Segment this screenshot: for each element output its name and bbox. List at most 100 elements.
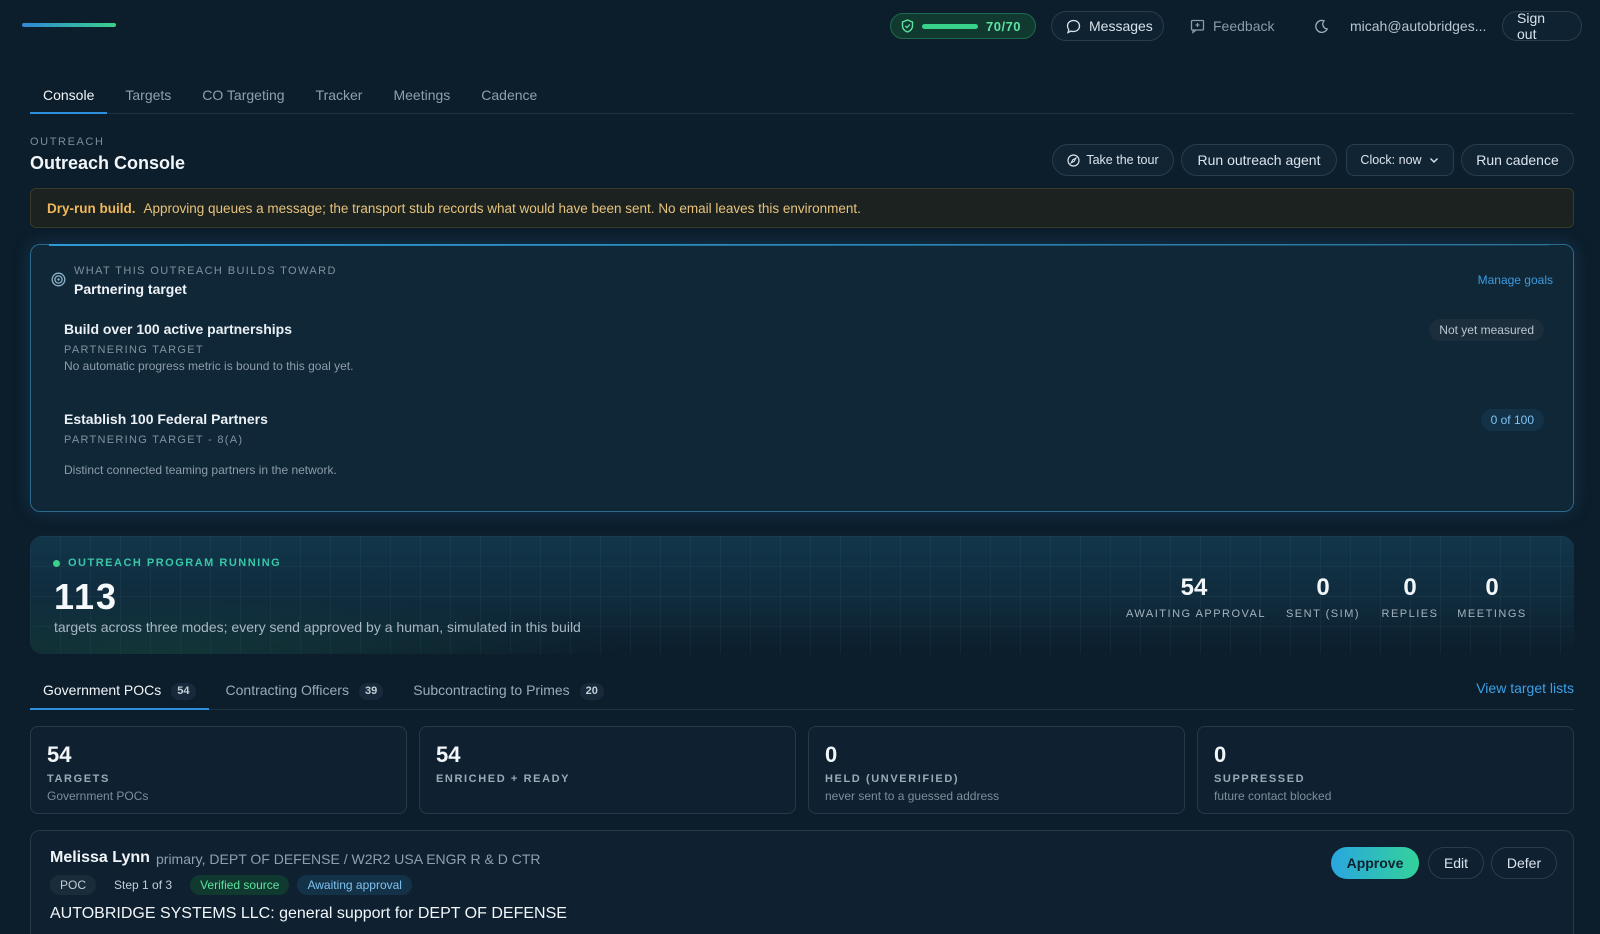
tab-co-targeting[interactable]: CO Targeting — [189, 78, 297, 114]
notice-text: Approving queues a message; the transpor… — [143, 200, 861, 216]
awaiting-approval-chip: Awaiting approval — [297, 875, 412, 895]
notice-title: Dry-run build. — [47, 200, 136, 216]
stat-label: MEETINGS — [1457, 608, 1527, 620]
target-icon — [51, 272, 66, 287]
verified-source-chip: Verified source — [190, 875, 290, 895]
score-pill[interactable]: 70/70 — [890, 13, 1036, 39]
approve-button[interactable]: Approve — [1331, 847, 1419, 879]
stat-label: SENT (SIM) — [1285, 608, 1361, 620]
tab-label: Government POCs — [43, 682, 162, 698]
shield-icon — [901, 19, 914, 33]
tab-government-pocs[interactable]: Government POCs 54 — [30, 670, 209, 710]
goal-item: Establish 100 Federal Partners PARTNERIN… — [64, 409, 1544, 477]
score-text: 70/70 — [986, 18, 1022, 34]
card-label: ENRICHED + READY — [436, 773, 571, 785]
status-chips: POC Step 1 of 3 Verified source Awaiting… — [50, 875, 412, 895]
tab-contracting-officers[interactable]: Contracting Officers 39 — [213, 670, 397, 710]
card-label: HELD (UNVERIFIED) — [825, 773, 960, 785]
card-label: TARGETS — [47, 773, 110, 785]
goal-progress-badge: 0 of 100 — [1480, 409, 1544, 431]
page-eyebrow: OUTREACH — [30, 136, 105, 148]
sign-out-button[interactable]: Sign out — [1502, 10, 1582, 42]
page-title: Outreach Console — [30, 153, 186, 173]
feedback-icon — [1190, 19, 1205, 34]
goal-name: Establish 100 Federal Partners — [64, 411, 268, 427]
clock-select[interactable]: Clock: now — [1346, 144, 1454, 176]
summary-card-suppressed: 0 SUPPRESSED future contact blocked — [1197, 726, 1574, 814]
goal-description: Distinct connected teaming partners in t… — [64, 463, 337, 477]
dry-run-notice: Dry-run build. Approving queues a messag… — [30, 188, 1574, 228]
feedback-button[interactable]: Feedback — [1176, 11, 1284, 41]
stat-value: 0 — [1316, 574, 1330, 601]
stat-label: REPLIES — [1381, 608, 1439, 620]
mode-tabs: Government POCs 54 Contracting Officers … — [30, 670, 1574, 710]
run-outreach-agent-button[interactable]: Run outreach agent — [1181, 144, 1337, 176]
summary-card-targets: 54 TARGETS Government POCs — [30, 726, 407, 814]
count-badge: 54 — [171, 683, 196, 700]
view-target-lists-link[interactable]: View target lists — [1476, 680, 1574, 696]
total-targets: 113 — [54, 576, 119, 617]
contact-meta: primary, DEPT OF DEFENSE / W2R2 USA ENGR… — [156, 851, 541, 867]
tab-tracker[interactable]: Tracker — [303, 78, 376, 114]
tab-meetings[interactable]: Meetings — [380, 78, 463, 114]
moon-icon — [1314, 19, 1329, 34]
goal-item: Build over 100 active partnerships PARTN… — [64, 319, 1544, 373]
tab-label: Contracting Officers — [225, 682, 349, 698]
top-bar: 70/70 Messages Feedback micah@autobridge… — [0, 0, 1600, 52]
user-email[interactable]: micah@autobridges... — [1340, 11, 1500, 41]
tab-cadence[interactable]: Cadence — [468, 78, 550, 114]
panel-accent-line — [49, 244, 1549, 246]
count-badge: 20 — [579, 683, 604, 700]
stat-awaiting-approval: 54 AWAITING APPROVAL — [1126, 574, 1265, 620]
tab-subcontracting-to-primes[interactable]: Subcontracting to Primes 20 — [400, 670, 617, 710]
total-targets-description: targets across three modes; every send a… — [54, 619, 581, 635]
score-bar — [922, 23, 978, 29]
program-status: OUTREACH PROGRAM RUNNING — [53, 557, 281, 569]
take-tour-button[interactable]: Take the tour — [1052, 144, 1174, 176]
poc-chip: POC — [50, 875, 97, 895]
tab-label: Subcontracting to Primes — [413, 682, 570, 698]
stat-replies: 0 REPLIES — [1378, 574, 1442, 620]
run-cadence-button[interactable]: Run cadence — [1461, 144, 1574, 176]
summary-card-held: 0 HELD (UNVERIFIED) never sent to a gues… — [808, 726, 1185, 814]
feedback-label: Feedback — [1213, 18, 1275, 34]
theme-toggle[interactable] — [1300, 11, 1336, 41]
goal-description: No automatic progress metric is bound to… — [64, 359, 354, 373]
count-badge: 39 — [358, 683, 384, 700]
messages-button[interactable]: Messages — [1051, 11, 1164, 41]
manage-goals-link[interactable]: Manage goals — [1478, 273, 1553, 287]
card-subtext: Government POCs — [47, 789, 149, 803]
edit-button[interactable]: Edit — [1428, 847, 1484, 879]
step-chip: Step 1 of 3 — [114, 878, 173, 892]
goal-type: PARTNERING TARGET — [64, 344, 204, 356]
tab-console[interactable]: Console — [30, 78, 108, 114]
card-subtext: future contact blocked — [1214, 789, 1332, 803]
logo[interactable] — [22, 23, 116, 27]
card-subtext: never sent to a guessed address — [825, 789, 1000, 803]
main-tabs: Console Targets CO Targeting Tracker Mee… — [30, 78, 1574, 114]
goal-type: PARTNERING TARGET - 8(A) — [64, 434, 244, 446]
stat-meetings: 0 MEETINGS — [1456, 574, 1528, 620]
tab-targets[interactable]: Targets — [112, 78, 184, 114]
stat-value: 0 — [1403, 574, 1417, 601]
card-value: 54 — [47, 742, 72, 767]
compass-icon — [1067, 153, 1080, 167]
card-value: 0 — [1214, 742, 1227, 767]
messages-label: Messages — [1089, 18, 1153, 34]
message-subject: AUTOBRIDGE SYSTEMS LLC: general support … — [50, 905, 567, 922]
chat-bubble-icon — [1066, 19, 1081, 34]
goals-subtitle: WHAT THIS OUTREACH BUILDS TOWARD — [74, 265, 337, 277]
defer-button[interactable]: Defer — [1491, 847, 1557, 879]
card-value: 54 — [436, 742, 461, 767]
goal-name: Build over 100 active partnerships — [64, 321, 292, 337]
program-status-panel: OUTREACH PROGRAM RUNNING 113 targets acr… — [30, 536, 1574, 654]
take-tour-label: Take the tour — [1086, 153, 1159, 167]
stat-value: 0 — [1485, 574, 1499, 601]
goals-panel: WHAT THIS OUTREACH BUILDS TOWARD Partner… — [30, 244, 1574, 512]
card-label: SUPPRESSED — [1214, 773, 1306, 785]
contact-name: Melissa Lynn — [50, 849, 150, 866]
summary-card-enriched: 54 ENRICHED + READY — [419, 726, 796, 814]
goals-title: Partnering target — [74, 281, 187, 297]
chevron-down-icon — [1428, 154, 1440, 166]
approval-item: Melissa Lynn primary, DEPT OF DEFENSE / … — [30, 830, 1574, 934]
